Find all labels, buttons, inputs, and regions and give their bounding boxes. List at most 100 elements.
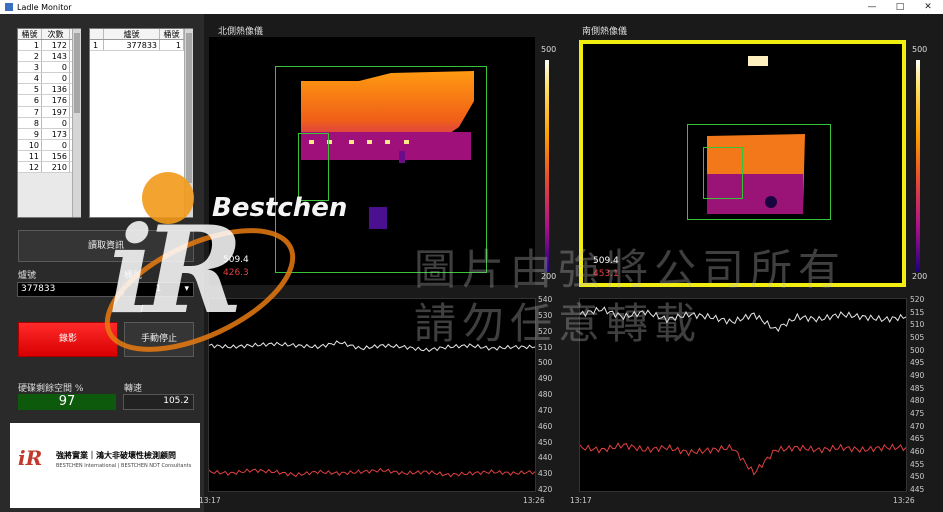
y-tick-label: 500: [910, 345, 925, 355]
table-row[interactable]: 9 173: [18, 128, 80, 140]
minimize-button[interactable]: —: [858, 0, 886, 14]
column-header: 桶號: [18, 29, 42, 39]
maximize-button[interactable]: □: [886, 0, 914, 14]
scroll-thumb[interactable]: [74, 33, 80, 113]
column-header: [90, 29, 104, 39]
table-row[interactable]: 30: [18, 62, 80, 74]
table-row[interactable]: 1 377833 1: [90, 40, 192, 52]
y-tick-label: 455: [910, 459, 925, 469]
table-cell: 10: [18, 139, 42, 150]
y-tick-label: 460: [910, 447, 925, 456]
table-row[interactable]: 40: [18, 73, 80, 85]
table-cell: 377833: [104, 40, 160, 51]
speed-value: 105.2: [123, 394, 194, 410]
table-cell: 172: [42, 40, 70, 51]
table-row[interactable]: 12 210: [18, 162, 80, 174]
table-row[interactable]: 11 156: [18, 150, 80, 163]
table-row[interactable]: 2 143: [18, 51, 80, 63]
y-tick-label: 430: [538, 469, 553, 479]
table-row[interactable]: 10 0: [18, 139, 80, 151]
y-tick-label: 480: [910, 396, 925, 406]
table-cell: 2: [18, 51, 42, 62]
south-roi-inner[interactable]: [703, 147, 743, 199]
table-scrollbar[interactable]: [72, 29, 81, 217]
furnace-label: 爐號: [18, 271, 37, 281]
table-cell: 156: [42, 150, 70, 162]
table-cell: 9: [18, 128, 42, 139]
window-title: Ladle Monitor: [17, 2, 72, 12]
disk-space-label: 硬碟剩餘空間 %: [18, 384, 84, 394]
y-tick-label: 465: [910, 434, 925, 444]
column-header: 次數: [42, 29, 70, 39]
y-tick-label: 495: [910, 358, 925, 368]
close-button[interactable]: ✕: [914, 0, 942, 14]
y-tick-label: 515: [910, 307, 925, 317]
table-cell: 5: [18, 84, 42, 95]
company-logo-text: iR: [18, 446, 43, 470]
y-tick-label: 440: [538, 453, 553, 463]
column-header: 桶號: [160, 29, 184, 39]
y-tick-label: 460: [538, 421, 553, 431]
y-tick-label: 490: [538, 374, 553, 384]
y-tick-label: 520: [910, 295, 925, 304]
y-tick-label: 470: [910, 421, 925, 431]
disk-space-value: 97: [18, 394, 116, 410]
y-tick-label: 485: [910, 383, 925, 393]
table-row[interactable]: 7 197: [18, 106, 80, 118]
y-tick-label: 450: [910, 472, 925, 482]
watermark-line2: 請勿任意轉載: [414, 299, 703, 348]
table-row[interactable]: 1 172: [18, 40, 80, 52]
company-name-cn: 強將實業｜鴻大非破壞性檢測顧問: [56, 451, 176, 460]
table-cell: 0: [42, 73, 70, 84]
y-tick-label: 445: [910, 485, 925, 494]
table-cell: 6: [18, 95, 42, 106]
north-camera-title: 北側熱像儀: [218, 27, 264, 37]
y-tick-label: 450: [538, 437, 553, 447]
table-cell: 1: [90, 40, 104, 51]
y-tick-label: 480: [538, 390, 553, 399]
y-tick-label: 505: [910, 333, 925, 342]
table-cell: 7: [18, 106, 42, 117]
y-tick-label: 475: [910, 409, 925, 418]
south-x-start: 13:17: [570, 496, 592, 505]
table-cell: 0: [42, 139, 70, 150]
north-x-start: 13:17: [199, 496, 221, 505]
table-cell: 8: [18, 117, 42, 128]
table-header: 爐號 桶號: [90, 29, 192, 40]
y-tick-label: 470: [538, 405, 553, 415]
table-cell: 173: [42, 128, 70, 139]
table-header: 桶號 次數: [18, 29, 80, 40]
y-tick-label: 490: [910, 371, 925, 380]
app-icon: [5, 3, 13, 11]
ladle-count-table[interactable]: 桶號 次數 1 172 2 143 3 0 4 0 5 136 6 176 7 197 8 0 9 173 10 0 1…: [17, 28, 81, 218]
watermark-line1: 圖片由強將公司所有: [414, 245, 847, 294]
table-cell: 11: [18, 150, 42, 162]
table-cell: 4: [18, 73, 42, 84]
table-cell: 143: [42, 51, 70, 62]
table-cell: 197: [42, 106, 70, 117]
north-scale-max: 500: [541, 45, 557, 54]
south-scale-min: 200: [912, 272, 928, 281]
y-tick-label: 500: [538, 358, 553, 368]
south-x-end: 13:26: [893, 496, 915, 505]
y-tick-label: 510: [910, 320, 925, 330]
table-row[interactable]: 6 176: [18, 95, 80, 107]
scroll-thumb[interactable]: [186, 33, 192, 183]
column-header: 爐號: [104, 29, 160, 39]
table-cell: 12: [18, 162, 42, 173]
table-cell: 210: [42, 162, 70, 173]
table-cell: 1: [160, 40, 184, 51]
table-row[interactable]: 5 136: [18, 84, 80, 96]
watermark-brand-text: Bestchen: [212, 193, 348, 223]
table-cell: 0: [42, 62, 70, 73]
table-row[interactable]: 80: [18, 117, 80, 129]
south-scale-max: 500: [912, 45, 928, 54]
company-name-en: BESTCHEN International | BESTCHEN NDT Co…: [56, 463, 192, 469]
table-cell: 0: [42, 117, 70, 128]
south-camera-title: 南側熱像儀: [582, 27, 628, 37]
table-cell: 3: [18, 62, 42, 73]
south-color-scale: [916, 60, 920, 272]
min-temp-line: [579, 442, 907, 476]
title-bar: Ladle Monitor — □ ✕: [0, 0, 943, 14]
min-temp-line: [208, 467, 536, 478]
